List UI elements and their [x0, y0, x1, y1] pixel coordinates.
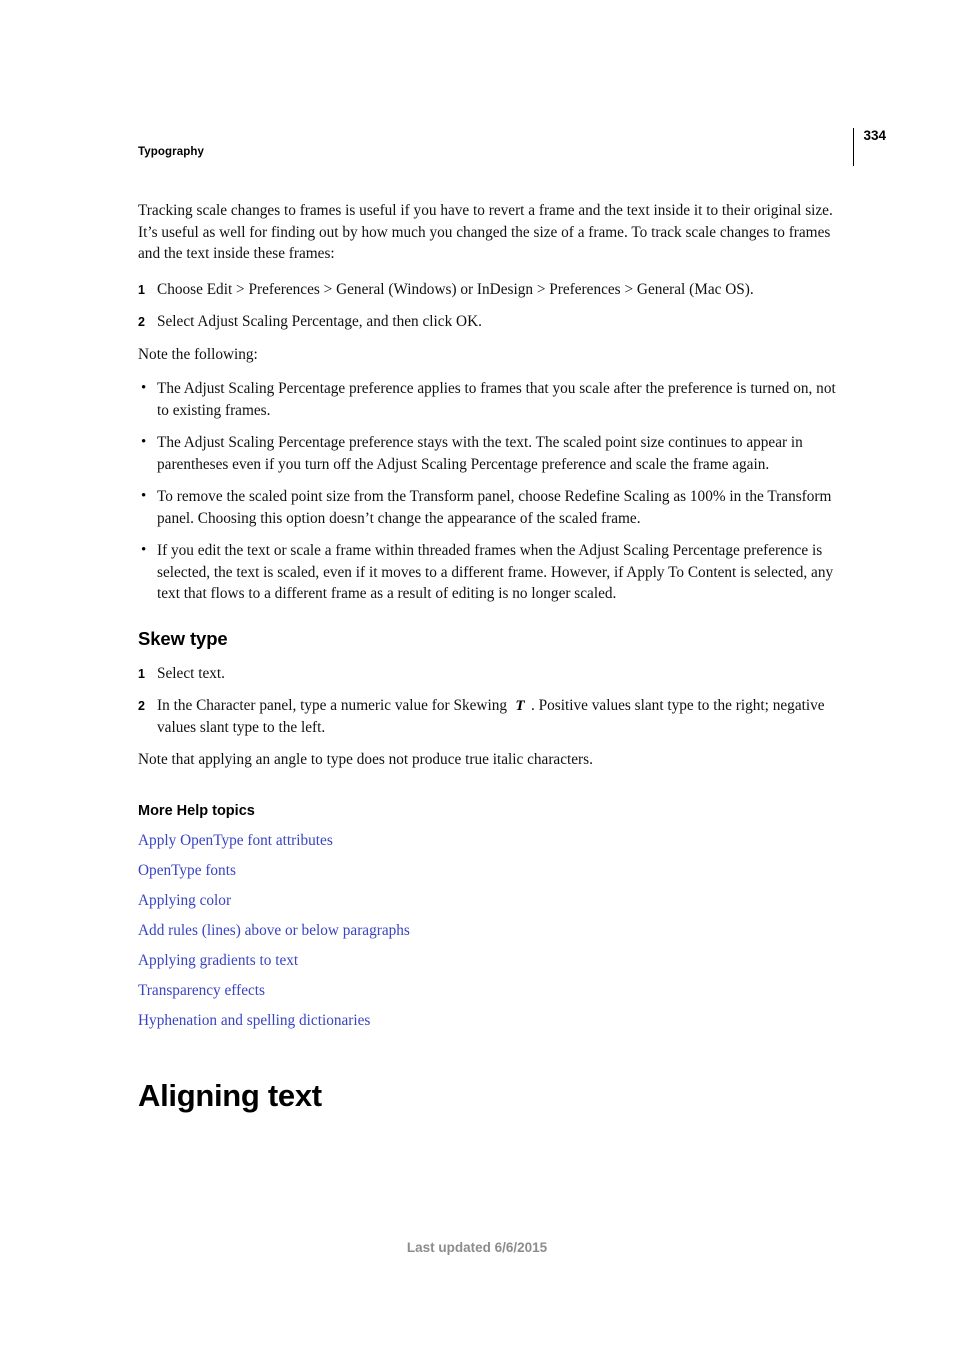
note-intro-text: Note the following: — [138, 345, 258, 363]
more-help-topics-heading: More Help topics — [138, 802, 255, 819]
bullet-marker: • — [141, 434, 147, 450]
help-topic-link[interactable]: Hyphenation and spelling dictionaries — [138, 1010, 370, 1031]
skew-type-icon: T — [511, 696, 529, 714]
main-content-column: Tracking scale changes to frames is usef… — [138, 200, 850, 1115]
document-page: Typography 334 Tracking scale changes to… — [0, 0, 954, 1350]
running-header-section-title: Typography — [138, 146, 204, 158]
help-topic-link[interactable]: Applying gradients to text — [138, 950, 298, 971]
page-number: 334 — [863, 128, 886, 143]
bullet-marker: • — [141, 488, 147, 504]
list-item-text: If you edit the text or scale a frame wi… — [157, 542, 834, 602]
numbered-step: 1 Choose Edit > Preferences > General (W… — [138, 279, 850, 301]
svg-text:T: T — [515, 698, 525, 713]
list-item-text: The Adjust Scaling Percentage preference… — [157, 380, 836, 419]
skew-note-text: Note that applying an angle to type does… — [138, 751, 593, 768]
page-number-divider-rule — [852, 128, 855, 166]
list-item: • The Adjust Scaling Percentage preferen… — [138, 378, 850, 421]
running-header: Typography 334 — [138, 128, 886, 168]
list-item-text: The Adjust Scaling Percentage preference… — [157, 434, 803, 473]
list-item: • To remove the scaled point size from t… — [138, 486, 850, 529]
page-number-group: 334 — [852, 128, 886, 168]
step-number: 2 — [138, 315, 145, 329]
list-item-text: To remove the scaled point size from the… — [157, 488, 832, 527]
bullet-marker: • — [141, 380, 147, 396]
bullet-marker: • — [141, 542, 147, 558]
step-number: 1 — [138, 666, 145, 681]
numbered-step: 1 Select text. — [138, 663, 850, 685]
step-number: 2 — [138, 699, 145, 713]
list-item: • The Adjust Scaling Percentage preferen… — [138, 432, 850, 475]
step-number: 1 — [138, 282, 145, 297]
help-topic-link[interactable]: Applying color — [138, 890, 231, 911]
step-text: Choose Edit > Preferences > General (Win… — [157, 280, 754, 298]
chapter-heading-aligning-text: Aligning text — [138, 1077, 322, 1113]
help-topic-link[interactable]: Apply OpenType font attributes — [138, 830, 333, 851]
step-text-before-icon: In the Character panel, type a numeric v… — [157, 697, 507, 714]
help-topic-link[interactable]: OpenType fonts — [138, 860, 236, 881]
help-topic-link[interactable]: Add rules (lines) above or below paragra… — [138, 920, 410, 941]
intro-paragraph: Tracking scale changes to frames is usef… — [138, 202, 833, 262]
help-topic-link[interactable]: Transparency effects — [138, 980, 265, 1001]
list-item: • If you edit the text or scale a frame … — [138, 540, 850, 605]
step-text: Select Adjust Scaling Percentage, and th… — [157, 313, 482, 330]
step-text: Select text. — [157, 664, 225, 682]
numbered-step: 2 Select Adjust Scaling Percentage, and … — [138, 311, 850, 333]
numbered-step: 2 In the Character panel, type a numeric… — [138, 695, 850, 738]
footer-last-updated: Last updated 6/6/2015 — [406, 1240, 548, 1255]
section-heading-skew-type: Skew type — [138, 627, 228, 649]
